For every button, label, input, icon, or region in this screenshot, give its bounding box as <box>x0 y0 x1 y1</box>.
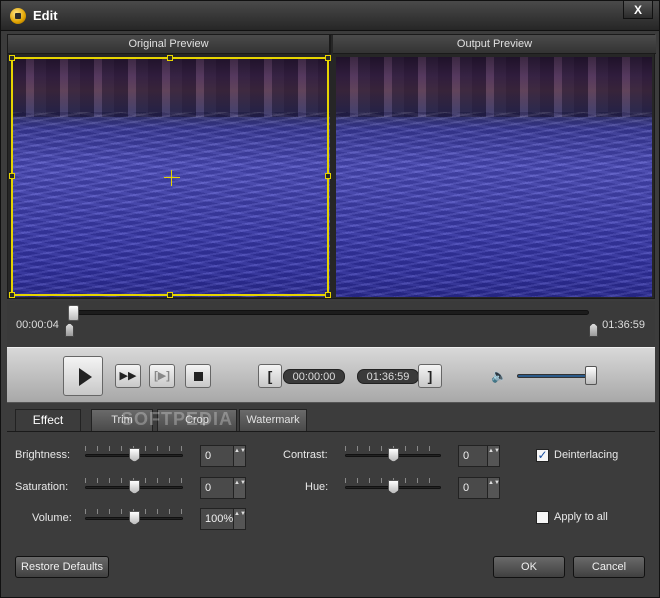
set-start-button[interactable]: [ <box>258 364 282 388</box>
start-marker[interactable] <box>65 323 74 337</box>
crop-handle-top-right[interactable] <box>325 55 331 61</box>
output-preview-header: Output Preview <box>333 35 656 54</box>
crop-handle-bottom-right[interactable] <box>325 292 331 298</box>
contrast-spinbox[interactable]: 0 ▲▼ <box>458 445 500 467</box>
volume-slider-thumb[interactable] <box>129 511 140 525</box>
clip-start-time: 00:00:00 <box>283 369 345 384</box>
crosshair-icon <box>164 177 180 178</box>
volume-label: Volume: <box>32 512 72 524</box>
fast-forward-button[interactable]: ▶▶ <box>115 364 141 388</box>
timeline-playhead[interactable] <box>68 305 79 321</box>
crop-handle-bottom[interactable] <box>167 292 173 298</box>
ok-button[interactable]: OK <box>493 556 565 578</box>
spin-arrows-icon[interactable]: ▲▼ <box>233 509 246 529</box>
crop-handle-right[interactable] <box>325 173 331 179</box>
saturation-label: Saturation: <box>15 481 69 493</box>
crosshair-icon <box>171 170 172 186</box>
crop-handle-left[interactable] <box>9 173 15 179</box>
contrast-label: Contrast: <box>283 449 328 461</box>
timeline-track[interactable] <box>71 310 589 315</box>
play-button[interactable] <box>63 356 103 396</box>
volume-track[interactable] <box>517 374 595 378</box>
spin-arrows-icon[interactable]: ▲▼ <box>487 446 500 466</box>
dialog-footer: Restore Defaults OK Cancel <box>7 546 655 592</box>
brightness-slider-thumb[interactable] <box>129 448 140 462</box>
restore-defaults-button[interactable]: Restore Defaults <box>15 556 109 578</box>
next-frame-button[interactable]: [▶] <box>149 364 175 388</box>
output-preview-video <box>336 57 652 297</box>
deinterlacing-checkbox[interactable]: ✓ <box>536 449 549 462</box>
brightness-label: Brightness: <box>15 449 71 461</box>
original-preview-header: Original Preview <box>8 35 331 54</box>
tab-crop[interactable]: Crop <box>157 409 237 431</box>
speaker-icon[interactable]: 🔈 <box>491 368 509 384</box>
set-end-button[interactable]: ] <box>418 364 442 388</box>
window-title: Edit <box>33 8 58 23</box>
hue-slider-thumb[interactable] <box>388 480 399 494</box>
apply-to-all-label: Apply to all <box>554 511 608 523</box>
volume-spinbox[interactable]: 100% ▲▼ <box>200 508 246 530</box>
city-skyline <box>336 57 652 117</box>
crop-handle-top-left[interactable] <box>9 55 15 61</box>
spin-arrows-icon[interactable]: ▲▼ <box>487 478 500 498</box>
apply-to-all-checkbox[interactable] <box>536 511 549 524</box>
volume-value: 100% <box>205 513 234 525</box>
spin-arrows-icon[interactable]: ▲▼ <box>233 478 246 498</box>
cancel-button[interactable]: Cancel <box>573 556 645 578</box>
contrast-value: 0 <box>463 450 470 462</box>
crop-frame[interactable] <box>9 55 331 298</box>
tab-trim[interactable]: Trim <box>91 409 153 431</box>
hue-value: 0 <box>463 482 470 494</box>
saturation-spinbox[interactable]: 0 ▲▼ <box>200 477 246 499</box>
saturation-slider-thumb[interactable] <box>129 480 140 494</box>
close-button[interactable]: X <box>623 1 653 19</box>
crop-handle-top[interactable] <box>167 55 173 61</box>
playback-controls: ▶▶ [▶] [ 00:00:00 01:36:59 ] 🔈 <box>7 347 655 403</box>
spin-arrows-icon[interactable]: ▲▼ <box>233 446 246 466</box>
brightness-spinbox[interactable]: 0 ▲▼ <box>200 445 246 467</box>
hue-label: Hue: <box>305 481 329 493</box>
brightness-value: 0 <box>205 450 212 462</box>
end-marker[interactable] <box>589 323 598 337</box>
saturation-value: 0 <box>205 482 212 494</box>
effect-panel: Brightness: 0 ▲▼ Saturation: 0 ▲▼ Volume… <box>7 431 655 543</box>
contrast-slider-thumb[interactable] <box>388 448 399 462</box>
timeline-start-time: 00:00:04 <box>16 319 59 331</box>
deinterlacing-label: Deinterlacing <box>554 449 619 461</box>
volume-slider-thumb[interactable] <box>585 366 598 385</box>
timeline: 00:00:04 01:36:59 <box>7 301 655 347</box>
title-bar: Edit X <box>1 1 659 31</box>
edit-dialog: Edit X Original Preview Output Preview 0… <box>0 0 660 598</box>
hue-spinbox[interactable]: 0 ▲▼ <box>458 477 500 499</box>
app-icon <box>10 8 26 24</box>
tab-watermark[interactable]: Watermark <box>239 409 307 431</box>
water-waves <box>336 112 652 297</box>
edit-tabs: Effect Trim Crop Watermark <box>7 409 655 432</box>
crop-handle-bottom-left[interactable] <box>9 292 15 298</box>
timeline-end-time: 01:36:59 <box>602 319 645 331</box>
tab-effect[interactable]: Effect <box>15 409 81 432</box>
stop-button[interactable] <box>185 364 211 388</box>
clip-end-time: 01:36:59 <box>357 369 419 384</box>
